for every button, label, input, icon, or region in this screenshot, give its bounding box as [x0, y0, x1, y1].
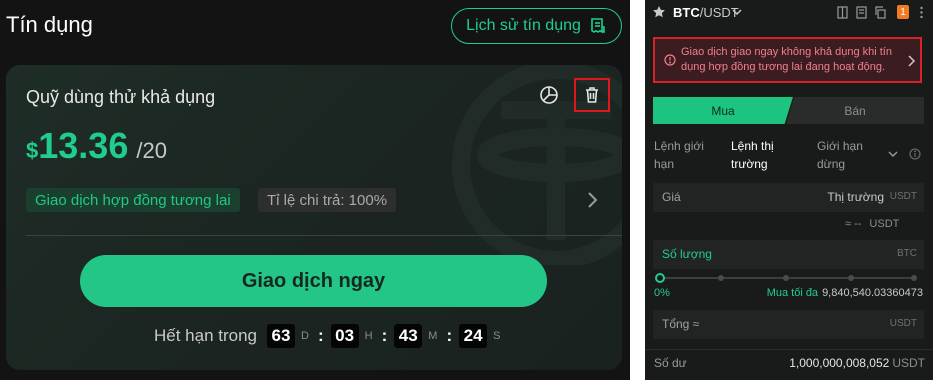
book-icon[interactable]: [836, 6, 849, 19]
delete-button[interactable]: [574, 78, 610, 112]
copy-icon[interactable]: [874, 6, 887, 19]
countdown-hours: 03: [330, 324, 359, 348]
estimate-unit: USDT: [869, 218, 900, 230]
slider-percent: 0%: [654, 287, 670, 299]
amount-total: /20: [136, 138, 167, 163]
balance-amount: 1,000,000,008,052: [789, 356, 890, 370]
spot-unavailable-alert[interactable]: Giao dịch giao ngay không khả dụng khi t…: [653, 37, 922, 83]
unit-hours: H: [364, 330, 373, 342]
page-title: Tín dụng: [6, 12, 93, 37]
slider-step[interactable]: [718, 275, 724, 281]
balance-label: Số dư: [654, 356, 687, 370]
countdown-days: 63: [267, 324, 296, 348]
chevron-right-icon: [908, 55, 916, 67]
countdown-seconds: 24: [459, 324, 488, 348]
divider: [645, 349, 933, 350]
tab-sell[interactable]: Bán: [786, 97, 924, 124]
unit-seconds: S: [493, 330, 501, 342]
currency-symbol: $: [26, 138, 39, 163]
separator: :: [317, 326, 324, 345]
order-type-stop-limit[interactable]: Giới hạn dừng: [817, 137, 877, 173]
slider-step[interactable]: [911, 275, 917, 281]
countdown-minutes: 43: [394, 324, 423, 348]
star-icon[interactable]: [652, 5, 666, 19]
divider: [26, 235, 622, 236]
notification-badge[interactable]: 1: [897, 5, 909, 19]
quantity-field[interactable]: Số lượng BTC: [653, 240, 924, 269]
trading-pair[interactable]: BTC/USDT: [673, 5, 739, 20]
tag-futures: Giao dịch hợp đồng tương lai: [26, 188, 240, 212]
trash-icon: [586, 87, 598, 103]
max-buy-label: Mua tối đa: [766, 287, 819, 299]
price-field[interactable]: Giá Thị trường USDT: [653, 183, 924, 212]
estimate-value: ≈ --: [845, 218, 862, 230]
document-icon[interactable]: [855, 6, 868, 19]
quantity-label: Số lượng: [662, 247, 712, 261]
receipt-icon: [591, 18, 605, 34]
max-buy: Mua tối đa 9,840,540.03360473: [767, 287, 923, 299]
alert-text: Giao dịch giao ngay không khả dụng khi t…: [681, 46, 892, 73]
order-type-market[interactable]: Lệnh thị trường: [731, 137, 791, 173]
order-type-limit[interactable]: Lệnh giới hạn: [654, 137, 714, 173]
total-field[interactable]: Tổng ≈ USDT: [653, 310, 924, 339]
balance-unit: USDT: [892, 356, 925, 370]
trade-panel: BTC/USDT 1 Giao dịch giao ngay không khả…: [645, 0, 933, 380]
amount-value: 13.36: [38, 125, 129, 166]
unit-days: D: [301, 330, 309, 342]
credit-card: Quỹ dùng thử khả dụng $ 13.36 /20 Giao d…: [6, 65, 622, 370]
side-tabs: Mua Bán: [653, 97, 924, 124]
unit-minutes: M: [428, 330, 438, 342]
card-title: Quỹ dùng thử khả dụng: [26, 87, 216, 107]
separator: :: [446, 326, 453, 345]
credit-panel: Tín dụng Lịch sử tín dụng Quỹ dùng thử k…: [0, 0, 630, 380]
credit-history-label: Lịch sử tín dụng: [466, 17, 581, 34]
balance-value: 1,000,000,008,052 USDT: [789, 356, 925, 370]
info-icon[interactable]: [909, 148, 921, 160]
price-estimate: ≈ -- USDT: [845, 218, 899, 230]
chevron-down-icon[interactable]: [732, 7, 742, 17]
slider-knob[interactable]: [655, 273, 665, 283]
credit-amount: $ 13.36 /20: [26, 125, 167, 167]
info-circle-icon: [664, 54, 676, 66]
price-unit: USDT: [889, 191, 917, 202]
price-label: Giá: [662, 190, 681, 204]
pair-base: BTC: [673, 5, 700, 20]
separator: :: [381, 326, 388, 345]
tab-buy[interactable]: Mua: [653, 97, 793, 124]
tag-payout-ratio: Tỉ lệ chi trả: 100%: [258, 188, 397, 212]
expiry-countdown: Hết hạn trong 63 D : 03 H : 43 M : 24 S: [154, 324, 502, 348]
screen: Tín dụng Lịch sử tín dụng Quỹ dùng thử k…: [0, 0, 933, 380]
pie-chart-icon[interactable]: [539, 85, 559, 105]
max-buy-value: 9,840,540.03360473: [822, 287, 923, 299]
chevron-down-icon[interactable]: [888, 149, 898, 159]
credit-history-button[interactable]: Lịch sử tín dụng: [451, 8, 622, 44]
chevron-right-icon[interactable]: [582, 189, 602, 211]
quantity-slider[interactable]: [655, 271, 918, 285]
price-value: Thị trường: [827, 190, 884, 204]
total-label: Tổng ≈: [662, 317, 700, 331]
trade-now-button[interactable]: Giao dịch ngay: [80, 255, 547, 307]
slider-step[interactable]: [848, 275, 854, 281]
slider-step[interactable]: [783, 275, 789, 281]
more-icon[interactable]: [915, 6, 928, 19]
quantity-unit: BTC: [897, 248, 917, 259]
total-unit: USDT: [889, 318, 917, 329]
expiry-label: Hết hạn trong: [154, 326, 258, 345]
